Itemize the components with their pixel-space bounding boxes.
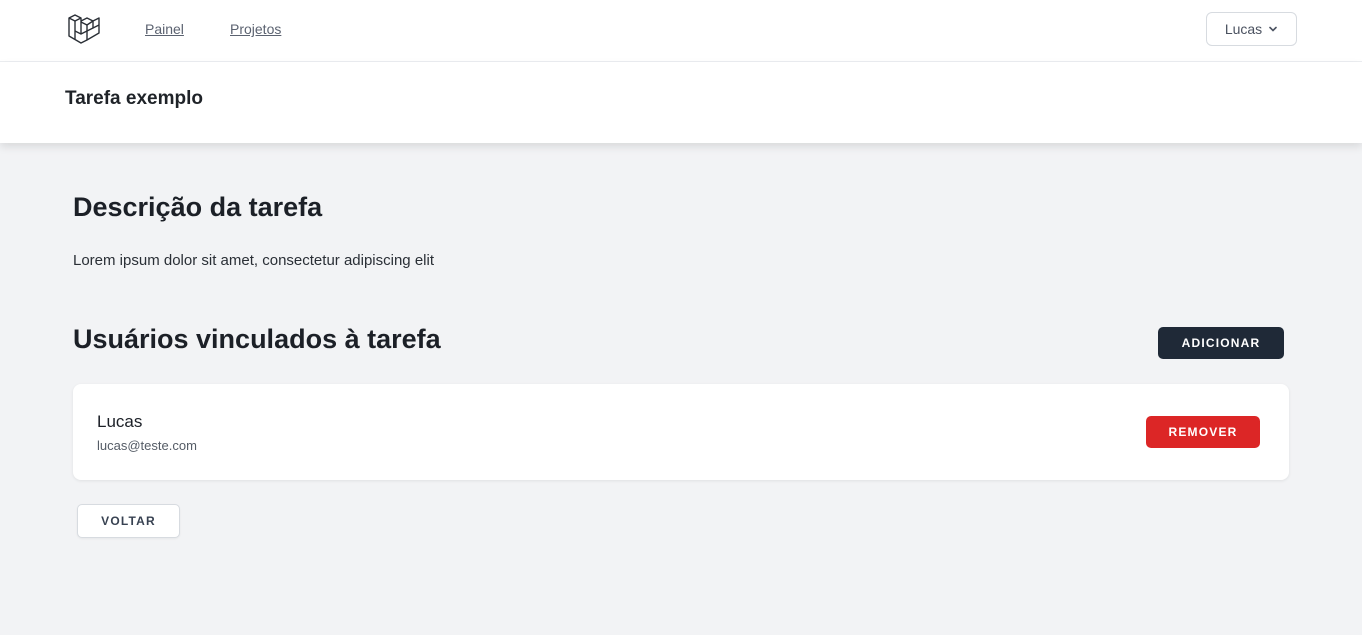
- description-title: Descrição da tarefa: [73, 192, 323, 222]
- back-button[interactable]: VOLTAR: [77, 504, 180, 538]
- description-text: Lorem ipsum dolor sit amet, consectetur …: [73, 252, 434, 269]
- page-title: Tarefa exemplo: [65, 88, 203, 109]
- linked-users-title: Usuários vinculados à tarefa: [73, 324, 441, 354]
- page-header: Tarefa exemplo: [0, 62, 1362, 143]
- user-name: Lucas: [97, 412, 143, 431]
- nav-link-projetos[interactable]: Projetos: [230, 21, 281, 37]
- user-card: Lucas lucas@teste.com REMOVER: [73, 384, 1289, 480]
- nav-link-painel[interactable]: Painel: [145, 21, 184, 37]
- top-navigation: Painel Projetos Lucas: [0, 0, 1362, 62]
- laravel-logo-icon[interactable]: [67, 12, 101, 46]
- user-email: lucas@teste.com: [97, 438, 197, 453]
- user-menu-dropdown[interactable]: Lucas: [1206, 12, 1297, 46]
- chevron-down-icon: [1269, 26, 1277, 32]
- remove-user-button[interactable]: REMOVER: [1146, 416, 1260, 448]
- add-user-button[interactable]: ADICIONAR: [1158, 327, 1284, 359]
- user-menu-label: Lucas: [1224, 21, 1263, 37]
